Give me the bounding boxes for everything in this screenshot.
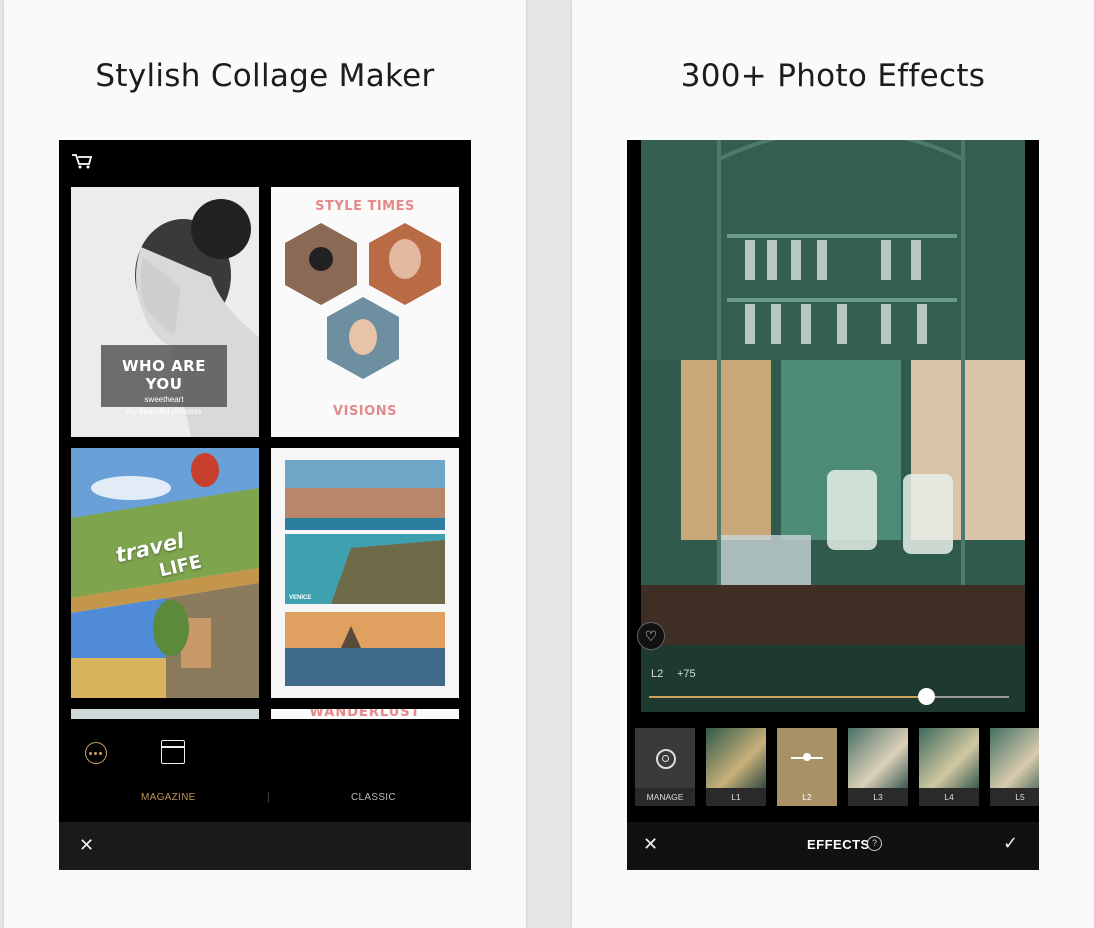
template-partial[interactable]	[71, 709, 259, 719]
effect-manage[interactable]: MANAGE	[635, 728, 695, 806]
close-icon[interactable]: ✕	[79, 835, 94, 856]
caption-sub: my beautiful princess	[126, 407, 202, 416]
hexagon-photos	[285, 223, 441, 379]
who-are-you-caption: WHO ARE YOU sweetheart my beautiful prin…	[101, 345, 227, 416]
caption-title: WHO ARE YOU	[122, 357, 206, 393]
effects-footer: ✕ EFFECTS ? ✓	[627, 822, 1039, 870]
effect-label: L2	[777, 788, 837, 806]
close-icon[interactable]: ✕	[643, 834, 658, 855]
template-travel-life[interactable]: travel LIFE	[71, 448, 259, 698]
wanderlust-label: WANDERLUST	[309, 709, 421, 719]
right-promo-card: 300+ Photo Effects ♡ L2 +75 MANAGE L1 L2…	[572, 0, 1094, 928]
effects-title: EFFECTS	[807, 837, 870, 852]
slider-filter-name: L2	[651, 668, 664, 680]
slider-fill	[649, 696, 927, 698]
adjust-slider-icon	[791, 753, 823, 761]
template-who-are-you[interactable]: WHO ARE YOU sweetheart my beautiful prin…	[71, 187, 259, 437]
effects-strip: MANAGE L1 L2 L3 L4 L5	[635, 728, 1039, 808]
tab-separator: |	[267, 792, 270, 803]
effect-l5[interactable]: L5	[990, 728, 1039, 806]
effects-phone-screen: ♡ L2 +75 MANAGE L1 L2 L3 L4 L5 ✕ EFFECTS…	[627, 140, 1039, 870]
effect-l2[interactable]: L2	[777, 728, 837, 806]
cart-icon[interactable]	[71, 153, 93, 169]
effect-label: L4	[919, 788, 979, 806]
intensity-slider[interactable]	[649, 688, 1009, 705]
more-icon[interactable]	[85, 742, 107, 764]
venice-label: VENICE	[289, 595, 312, 601]
effect-label: L1	[706, 788, 766, 806]
card-title: 300+ Photo Effects	[680, 58, 986, 94]
layout-mode-bar: MAGAZINE | CLASSIC	[59, 730, 471, 822]
collage-footer: ✕	[59, 822, 471, 870]
edited-photo	[641, 140, 1025, 712]
visions-label: VISIONS	[333, 404, 397, 419]
check-icon[interactable]: ✓	[1003, 833, 1018, 854]
venice-collage-image	[285, 460, 445, 686]
effect-l1[interactable]: L1	[706, 728, 766, 806]
effect-label: MANAGE	[635, 788, 695, 806]
card-title: Stylish Collage Maker	[95, 58, 435, 94]
template-venice[interactable]: VENICE	[271, 448, 459, 698]
gear-icon	[656, 749, 676, 769]
window-icon[interactable]	[161, 740, 185, 764]
template-wanderlust[interactable]: WANDERLUST	[271, 709, 459, 719]
help-icon[interactable]: ?	[867, 836, 882, 851]
heart-icon[interactable]: ♡	[637, 622, 665, 650]
effect-l4[interactable]: L4	[919, 728, 979, 806]
caption-sub: sweetheart	[144, 395, 184, 404]
tab-classic[interactable]: CLASSIC	[351, 792, 396, 803]
template-style-times[interactable]: STYLE TIMES VISIONS	[271, 187, 459, 437]
tab-magazine[interactable]: MAGAZINE	[141, 792, 196, 803]
left-promo-card: Stylish Collage Maker WHO ARE YOU sweeth…	[4, 0, 526, 928]
slider-value: +75	[677, 668, 696, 680]
effect-l3[interactable]: L3	[848, 728, 908, 806]
effect-label: L3	[848, 788, 908, 806]
collage-phone-screen: WHO ARE YOU sweetheart my beautiful prin…	[59, 140, 471, 870]
effect-label: L5	[990, 788, 1039, 806]
